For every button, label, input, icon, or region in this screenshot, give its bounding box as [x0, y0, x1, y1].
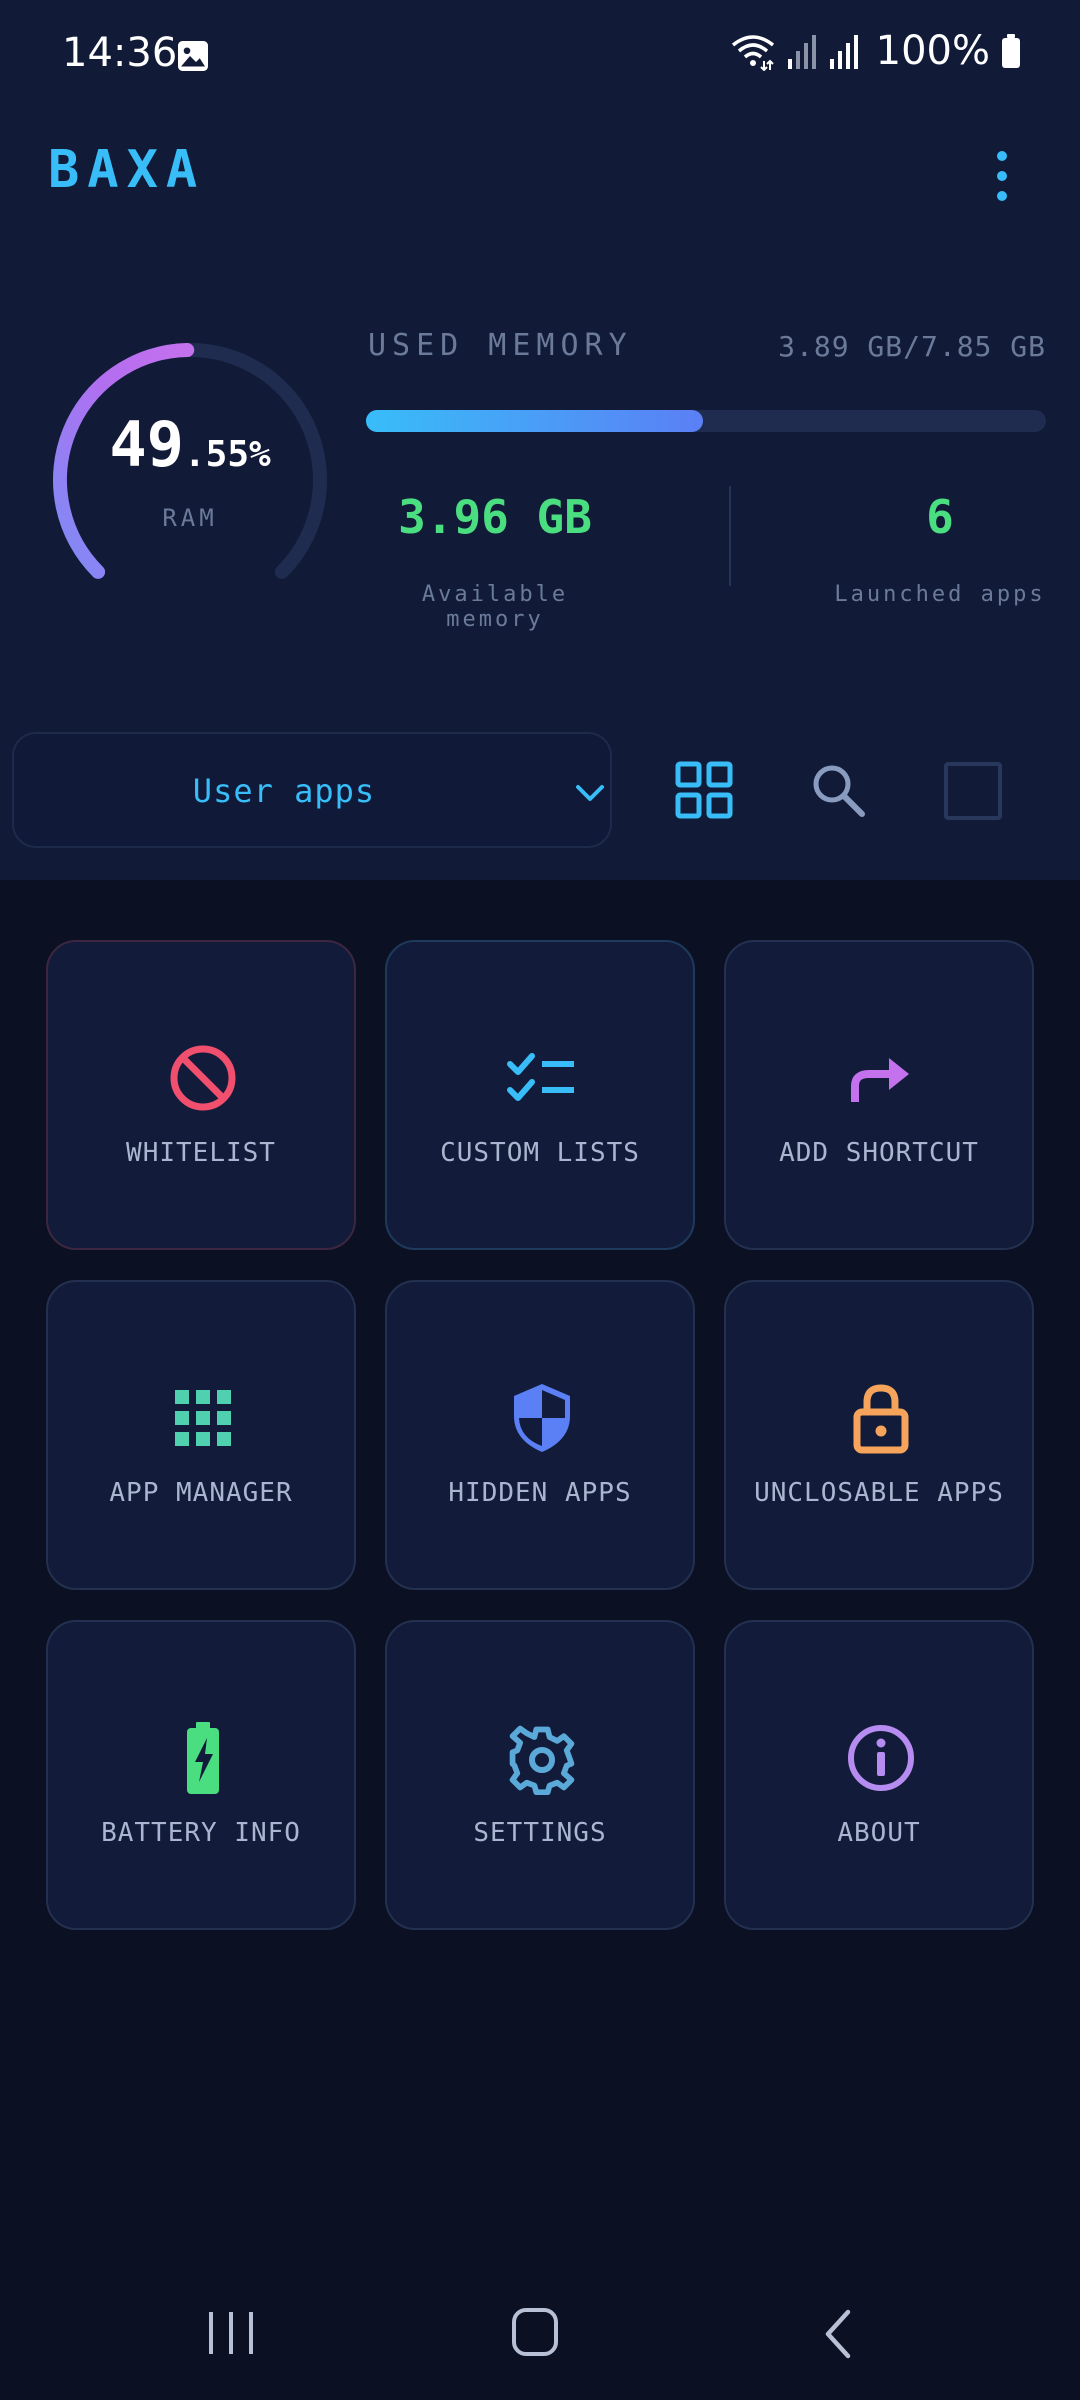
battery-charging-icon — [187, 1722, 219, 1794]
gallery-icon — [178, 41, 208, 71]
launched-apps-label: Launched apps — [834, 582, 1046, 607]
battery-info-tile[interactable]: BATTERY INFO — [46, 1620, 356, 1930]
add-shortcut-tile[interactable]: ADD SHORTCUT — [724, 940, 1034, 1250]
shield-icon — [514, 1384, 570, 1452]
tile-label: HIDDEN APPS — [448, 1478, 632, 1508]
memory-progress-bar — [366, 410, 1046, 432]
grid-view-icon[interactable] — [674, 760, 734, 820]
ram-percent: 49.55% — [40, 408, 340, 481]
app-filter-selected: User apps — [192, 772, 376, 810]
wifi-icon — [731, 35, 774, 71]
hidden-apps-tile[interactable]: HIDDEN APPS — [385, 1280, 695, 1590]
unclosable-apps-tile[interactable]: UNCLOSABLE APPS — [724, 1280, 1034, 1590]
memory-progress-fill — [366, 410, 703, 432]
tile-label: ABOUT — [837, 1818, 921, 1848]
custom-lists-tile[interactable]: CUSTOM LISTS — [385, 940, 695, 1250]
about-tile[interactable]: ABOUT — [724, 1620, 1034, 1930]
tile-label: ADD SHORTCUT — [779, 1138, 979, 1168]
tile-label: CUSTOM LISTS — [440, 1138, 640, 1168]
block-icon — [170, 1045, 236, 1111]
signal-icon — [787, 35, 816, 69]
used-memory-amount: 3.89 GB/7.85 GB — [778, 330, 1046, 363]
ram-percent-int: 49 — [109, 408, 184, 481]
gear-icon — [509, 1725, 575, 1796]
select-all-checkbox[interactable] — [944, 762, 1002, 820]
launched-apps-stat: 6 Launched apps — [780, 490, 1080, 607]
app-manager-tile[interactable]: APP MANAGER — [46, 1280, 356, 1590]
recents-icon[interactable] — [205, 2308, 257, 2358]
more-vert-icon[interactable] — [980, 146, 1024, 206]
used-memory-title: USED MEMORY — [368, 328, 633, 363]
status-bar: 14:36 100% — [0, 0, 1080, 112]
redo-arrow-icon — [851, 1058, 909, 1102]
back-icon[interactable] — [818, 2306, 858, 2362]
available-memory-label: Available memory — [421, 582, 569, 632]
info-icon — [848, 1725, 914, 1791]
tile-label: BATTERY INFO — [101, 1818, 301, 1848]
app-filter-dropdown[interactable]: User apps — [12, 732, 612, 848]
tile-label: UNCLOSABLE APPS — [754, 1478, 1004, 1508]
stat-divider — [729, 486, 731, 586]
signal-icon — [829, 35, 858, 69]
ram-label: RAM — [162, 504, 218, 532]
tile-label: SETTINGS — [473, 1818, 607, 1848]
system-nav-bar — [0, 2280, 1080, 2400]
settings-tile[interactable]: SETTINGS — [385, 1620, 695, 1930]
search-icon[interactable] — [808, 760, 868, 820]
status-time: 14:36 — [62, 30, 178, 76]
available-memory-stat: 3.96 GB Available memory — [366, 490, 624, 632]
ram-percent-frac: .55% — [183, 434, 271, 475]
lock-icon — [853, 1384, 909, 1454]
app-title: BAXA — [48, 140, 206, 200]
battery-icon — [1002, 34, 1020, 68]
checklist-icon — [507, 1053, 574, 1101]
apps-grid-icon — [175, 1390, 231, 1446]
tile-label: APP MANAGER — [109, 1478, 293, 1508]
chevron-down-icon — [576, 785, 604, 801]
battery-percent: 100% — [875, 28, 990, 74]
launched-apps-value: 6 — [926, 490, 954, 544]
whitelist-tile[interactable]: WHITELIST — [46, 940, 356, 1250]
home-icon[interactable] — [510, 2306, 560, 2358]
tile-label: WHITELIST — [126, 1138, 276, 1168]
status-icons: 100% — [730, 28, 1022, 74]
available-memory-value: 3.96 GB — [398, 490, 592, 544]
